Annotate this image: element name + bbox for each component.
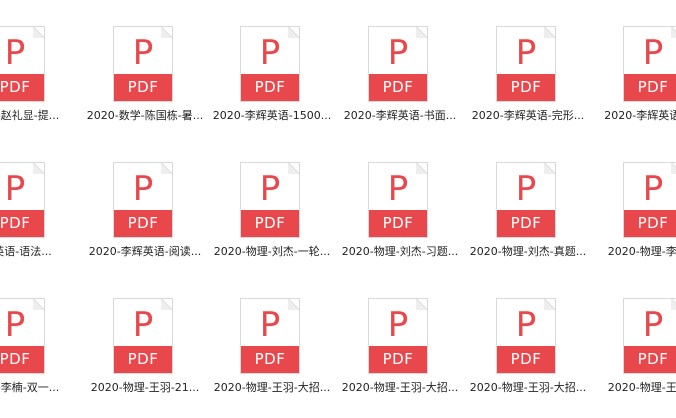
pdf-band-label: PDF <box>497 74 555 101</box>
pdf-band-label: PDF <box>624 210 676 237</box>
pdf-letter-glyph: P <box>642 169 664 209</box>
pdf-letter-glyph: P <box>132 169 154 209</box>
file-item[interactable]: P PDF 2020-李辉英语-1500... <box>213 26 331 136</box>
file-item[interactable]: P PDF 2020-物理-刘杰-真题... <box>470 162 586 272</box>
file-name-label: 2020-李辉英语-阅... <box>604 109 676 122</box>
pdf-letter-glyph: P <box>515 33 537 73</box>
file-name-label: 2020-物理-王羽-大招... <box>341 381 459 394</box>
pdf-band-label: PDF <box>497 346 555 373</box>
file-name-label: 2020-物理-刘杰-一轮... <box>213 245 331 258</box>
pdf-letter-glyph: P <box>642 33 664 73</box>
pdf-letter-glyph: P <box>642 305 664 345</box>
pdf-file-icon: P PDF <box>496 298 556 374</box>
pdf-letter-glyph: P <box>132 305 154 345</box>
file-item[interactable]: PPDF 2020-物理-王羽-... <box>600 298 676 408</box>
pdf-letter-glyph: P <box>4 33 26 73</box>
pdf-file-icon: P PDF <box>623 162 676 238</box>
file-item[interactable]: P PDF 2020-李辉英语-书面... <box>344 26 456 136</box>
file-item[interactable]: P PDF 2020-物理-王羽-大招... <box>470 298 586 408</box>
file-name-label: 2020-李辉英语-1500... <box>212 109 332 122</box>
pdf-band-label: PDF <box>497 210 555 237</box>
file-item[interactable]: PPDF 数学-赵礼显-提... <box>0 26 72 136</box>
file-name-label: 2020-物理-王羽-大招... <box>213 381 331 394</box>
file-item[interactable]: P PDF 2020-李辉英语-完形... <box>472 26 584 136</box>
pdf-file-icon: P PDF <box>0 298 45 374</box>
file-name-label: 数学-赵礼显-提... <box>0 109 60 122</box>
file-item[interactable]: PPDF 2020-李辉英语-阅... <box>600 26 676 136</box>
pdf-file-icon: P PDF <box>113 298 173 374</box>
pdf-band-label: PDF <box>624 74 676 101</box>
pdf-letter-glyph: P <box>387 33 409 73</box>
file-grid: PPDF数学-赵礼显-提...PPDF2020-数学-陈国栋-暑...PPDF2… <box>0 0 676 418</box>
file-item[interactable]: P PDF 2020-物理-刘杰-习题... <box>342 162 458 272</box>
file-item[interactable]: P PDF 2020-李辉英语-阅读... <box>89 162 201 272</box>
pdf-band-label: PDF <box>624 346 676 373</box>
file-item[interactable]: P PDF 2020-物理-刘杰-一轮... <box>214 162 330 272</box>
pdf-letter-glyph: P <box>387 169 409 209</box>
pdf-band-label: PDF <box>241 74 299 101</box>
pdf-band-label: PDF <box>114 346 172 373</box>
pdf-file-icon: P PDF <box>240 298 300 374</box>
pdf-file-icon: P PDF <box>496 162 556 238</box>
file-item[interactable]: P PDF 2020-数学-陈国栋-暑... <box>87 26 203 136</box>
pdf-file-icon: P PDF <box>623 26 676 102</box>
pdf-file-icon: P PDF <box>0 26 45 102</box>
pdf-band-label: PDF <box>241 346 299 373</box>
file-name-label: 2020-数学-陈国栋-暑... <box>86 109 204 122</box>
file-item[interactable]: PPDF 物理-李楠-双一... <box>0 298 72 408</box>
pdf-band-label: PDF <box>0 346 44 373</box>
pdf-band-label: PDF <box>369 74 427 101</box>
pdf-file-icon: P PDF <box>368 162 428 238</box>
pdf-band-label: PDF <box>369 210 427 237</box>
file-name-label: 物理-李楠-双一... <box>0 381 60 394</box>
file-name-label: 2020-物理-王羽-... <box>607 381 676 394</box>
pdf-letter-glyph: P <box>259 305 281 345</box>
pdf-letter-glyph: P <box>515 169 537 209</box>
pdf-file-icon: P PDF <box>240 26 300 102</box>
pdf-file-icon: P PDF <box>368 298 428 374</box>
file-name-label: 2020-物理-王羽-大招... <box>469 381 587 394</box>
file-item[interactable]: P PDF 2020-物理-王羽-大招... <box>214 298 330 408</box>
file-item[interactable]: P PDF 2020-物理-王羽-21... <box>90 298 200 408</box>
pdf-letter-glyph: P <box>515 305 537 345</box>
pdf-band-label: PDF <box>114 74 172 101</box>
pdf-band-label: PDF <box>369 346 427 373</box>
pdf-letter-glyph: P <box>4 169 26 209</box>
pdf-band-label: PDF <box>241 210 299 237</box>
pdf-file-icon: P PDF <box>240 162 300 238</box>
file-name-label: 2020-李辉英语-书面... <box>343 109 457 122</box>
pdf-file-icon: P PDF <box>623 298 676 374</box>
pdf-band-label: PDF <box>0 210 44 237</box>
file-item[interactable]: PPDF 2020-物理-李楠-... <box>600 162 676 272</box>
file-name-label: 辉英语-语法... <box>0 245 52 258</box>
pdf-file-icon: P PDF <box>496 26 556 102</box>
file-name-label: 2020-物理-李楠-... <box>607 245 676 258</box>
file-name-label: 2020-物理-刘杰-习题... <box>341 245 459 258</box>
pdf-letter-glyph: P <box>259 33 281 73</box>
file-item[interactable]: P PDF 2020-物理-王羽-大招... <box>342 298 458 408</box>
pdf-file-icon: P PDF <box>113 26 173 102</box>
file-name-label: 2020-物理-王羽-21... <box>90 381 200 394</box>
pdf-file-icon: P PDF <box>368 26 428 102</box>
pdf-file-icon: P PDF <box>0 162 45 238</box>
file-name-label: 2020-李辉英语-阅读... <box>88 245 202 258</box>
file-item[interactable]: PPDF 辉英语-语法... <box>0 162 72 272</box>
pdf-band-label: PDF <box>0 74 44 101</box>
pdf-band-label: PDF <box>114 210 172 237</box>
file-name-label: 2020-李辉英语-完形... <box>471 109 585 122</box>
file-name-label: 2020-物理-刘杰-真题... <box>469 245 587 258</box>
pdf-letter-glyph: P <box>4 305 26 345</box>
pdf-letter-glyph: P <box>132 33 154 73</box>
pdf-letter-glyph: P <box>387 305 409 345</box>
pdf-letter-glyph: P <box>259 169 281 209</box>
pdf-file-icon: P PDF <box>113 162 173 238</box>
